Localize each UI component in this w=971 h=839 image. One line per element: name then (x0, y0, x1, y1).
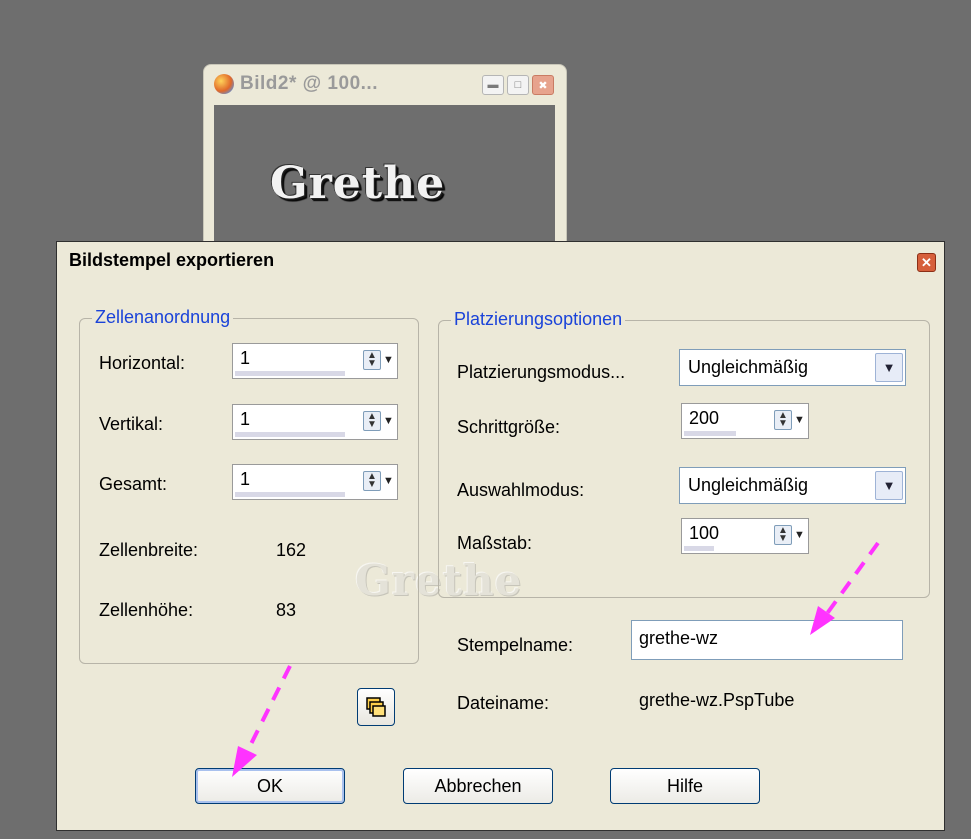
placement-options-legend: Platzierungsoptionen (451, 309, 626, 330)
spin-up-down-icon[interactable]: ▲ ▼ (363, 411, 381, 431)
cell-height-value: 83 (276, 600, 297, 620)
chevron-down-icon[interactable]: ▼ (382, 411, 395, 431)
folders-icon (366, 697, 386, 717)
placement-options-group: Platzierungsoptionen Platzierungsmodus..… (438, 309, 930, 598)
chevron-down-icon[interactable]: ▼ (382, 471, 395, 491)
chevron-down-icon[interactable]: ▼ (382, 350, 395, 370)
step-size-value: 200 (689, 408, 720, 428)
chevron-down-icon[interactable]: ▼ (875, 471, 903, 500)
browse-folder-button[interactable] (357, 688, 395, 726)
canvas-text: Grethe (270, 158, 446, 209)
horizontal-label: Horizontal: (99, 353, 186, 373)
spin-up-down-icon[interactable]: ▲ ▼ (363, 471, 381, 491)
help-button[interactable]: Hilfe (610, 768, 760, 804)
chevron-down-icon[interactable]: ▼ (793, 410, 806, 430)
placement-mode-value: Ungleichmäßig (688, 357, 809, 377)
total-spinner[interactable]: 1 ▲ ▼ ▼ (232, 464, 398, 500)
stamp-name-input[interactable]: grethe-wz (631, 620, 903, 660)
app-icon (214, 74, 234, 94)
cancel-button[interactable]: Abbrechen (403, 768, 553, 804)
scale-value: 100 (689, 523, 720, 543)
image-window: Bild2* @ 100... ▬ □ ✖ Grethe (203, 64, 567, 266)
step-size-slider-track[interactable] (684, 431, 736, 436)
export-stamp-dialog: Bildstempel exportieren ✕ Grethe Zellena… (56, 241, 945, 831)
spin-up-down-icon[interactable]: ▲ ▼ (363, 350, 381, 370)
spin-up-down-icon[interactable]: ▲ ▼ (774, 410, 792, 430)
dialog-close-icon[interactable]: ✕ (917, 253, 936, 272)
scale-spinner[interactable]: 100 ▲ ▼ ▼ (681, 518, 809, 554)
placement-mode-select[interactable]: Ungleichmäßig ▼ (679, 349, 906, 386)
selection-mode-select[interactable]: Ungleichmäßig ▼ (679, 467, 906, 504)
ok-button[interactable]: OK (195, 768, 345, 804)
selection-mode-label: Auswahlmodus: (457, 480, 585, 500)
horizontal-slider-track[interactable] (235, 371, 345, 376)
stamp-name-label: Stempelname: (457, 635, 574, 655)
close-icon[interactable]: ✖ (532, 75, 554, 95)
filename-label: Dateiname: (457, 693, 550, 713)
step-size-spinner[interactable]: 200 ▲ ▼ ▼ (681, 403, 809, 439)
cell-width-value: 162 (276, 540, 307, 560)
total-slider-track[interactable] (235, 492, 345, 497)
step-size-label: Schrittgröße: (457, 417, 561, 437)
dialog-titlebar[interactable]: Bildstempel exportieren ✕ (57, 242, 944, 279)
horizontal-spinner[interactable]: 1 ▲ ▼ ▼ (232, 343, 398, 379)
horizontal-value: 1 (240, 348, 251, 368)
image-window-title: Bild2* @ 100... (240, 73, 378, 94)
scale-slider-track[interactable] (684, 546, 714, 551)
vertical-spinner[interactable]: 1 ▲ ▼ ▼ (232, 404, 398, 440)
cell-arrangement-group: Zellenanordnung Horizontal: 1 ▲ ▼ ▼ Vertik… (79, 307, 419, 664)
filename-value: grethe-wz.PspTube (639, 690, 795, 710)
chevron-down-icon[interactable]: ▼ (875, 353, 903, 382)
maximize-icon[interactable]: □ (507, 75, 529, 95)
selection-mode-value: Ungleichmäßig (688, 475, 809, 495)
cell-arrangement-legend: Zellenanordnung (92, 307, 234, 328)
total-value: 1 (240, 469, 251, 489)
minimize-icon[interactable]: ▬ (482, 75, 504, 95)
stamp-name-value: grethe-wz (639, 628, 719, 648)
vertical-value: 1 (240, 409, 251, 429)
chevron-down-icon[interactable]: ▼ (793, 525, 806, 545)
vertical-slider-track[interactable] (235, 432, 345, 437)
placement-mode-label: Platzierungsmodus... (457, 362, 626, 382)
scale-label: Maßstab: (457, 533, 533, 553)
cell-width-label: Zellenbreite: (99, 540, 199, 560)
spin-up-down-icon[interactable]: ▲ ▼ (774, 525, 792, 545)
total-label: Gesamt: (99, 474, 168, 494)
vertical-label: Vertikal: (99, 414, 164, 434)
cell-height-label: Zellenhöhe: (99, 600, 194, 620)
dialog-title: Bildstempel exportieren (69, 250, 275, 270)
